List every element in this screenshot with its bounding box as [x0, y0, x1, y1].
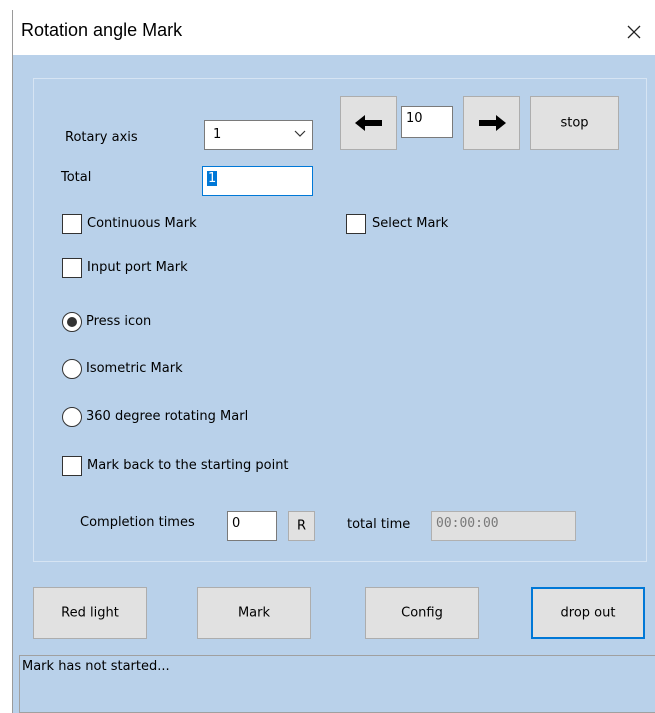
- config-button[interactable]: Config: [365, 587, 479, 639]
- rotating-mark-label: 360 degree rotating Marl: [86, 409, 249, 424]
- status-text: Mark has not started...: [22, 659, 170, 674]
- completion-times-label: Completion times: [80, 515, 195, 530]
- mark-label: Mark: [237, 605, 271, 621]
- select-mark-checkbox[interactable]: [346, 214, 366, 234]
- continuous-mark-checkbox[interactable]: [62, 214, 82, 234]
- reset-button[interactable]: R: [288, 511, 315, 541]
- total-time-value: 00:00:00: [436, 516, 499, 531]
- reset-button-label: R: [296, 518, 307, 534]
- completion-times-input[interactable]: 0: [227, 511, 277, 541]
- red-light-label: Red light: [61, 605, 119, 621]
- config-label: Config: [401, 605, 443, 621]
- total-value: 1: [207, 171, 218, 186]
- red-light-button[interactable]: Red light: [33, 587, 147, 639]
- status-bar: Mark has not started...: [19, 655, 655, 713]
- close-icon: [627, 25, 641, 39]
- rotation-angle-mark-dialog: Rotation angle Mark Rotary axis 1 10 sto…: [12, 10, 655, 713]
- total-input[interactable]: 1: [202, 166, 313, 196]
- rotate-right-button[interactable]: [463, 96, 520, 150]
- isometric-mark-label: Isometric Mark: [86, 361, 183, 376]
- press-icon-radio[interactable]: [62, 312, 82, 332]
- title-bar: Rotation angle Mark: [13, 10, 655, 55]
- mark-back-checkbox[interactable]: [62, 456, 82, 476]
- isometric-mark-radio[interactable]: [62, 359, 82, 379]
- mark-back-label: Mark back to the starting point: [87, 458, 289, 473]
- rotating-mark-radio[interactable]: [62, 407, 82, 427]
- input-port-mark-checkbox[interactable]: [62, 258, 82, 278]
- input-port-mark-label: Input port Mark: [87, 260, 188, 275]
- window-title: Rotation angle Mark: [21, 20, 183, 40]
- stop-button-label: stop: [560, 115, 589, 131]
- total-label: Total: [61, 170, 92, 185]
- step-value-input[interactable]: 10: [401, 106, 453, 138]
- mark-button[interactable]: Mark: [197, 587, 311, 639]
- total-time-field: 00:00:00: [431, 511, 576, 541]
- arrow-right-icon: [479, 115, 506, 131]
- drop-out-button[interactable]: drop out: [531, 587, 645, 639]
- chevron-down-icon: [294, 130, 306, 137]
- radio-selected-dot: [67, 317, 77, 327]
- total-time-label: total time: [347, 517, 411, 532]
- select-mark-label: Select Mark: [372, 216, 449, 231]
- stop-button[interactable]: stop: [530, 96, 619, 150]
- step-value: 10: [406, 111, 423, 126]
- arrow-left-icon: [355, 115, 382, 131]
- continuous-mark-label: Continuous Mark: [87, 216, 197, 231]
- press-icon-label: Press icon: [86, 314, 152, 329]
- rotary-axis-value: 1: [213, 127, 222, 142]
- completion-times-value: 0: [232, 516, 241, 531]
- rotate-left-button[interactable]: [340, 96, 397, 150]
- rotary-axis-select[interactable]: 1: [204, 120, 313, 150]
- rotary-axis-label: Rotary axis: [65, 130, 138, 145]
- close-button[interactable]: [618, 16, 650, 48]
- drop-out-label: drop out: [560, 605, 616, 621]
